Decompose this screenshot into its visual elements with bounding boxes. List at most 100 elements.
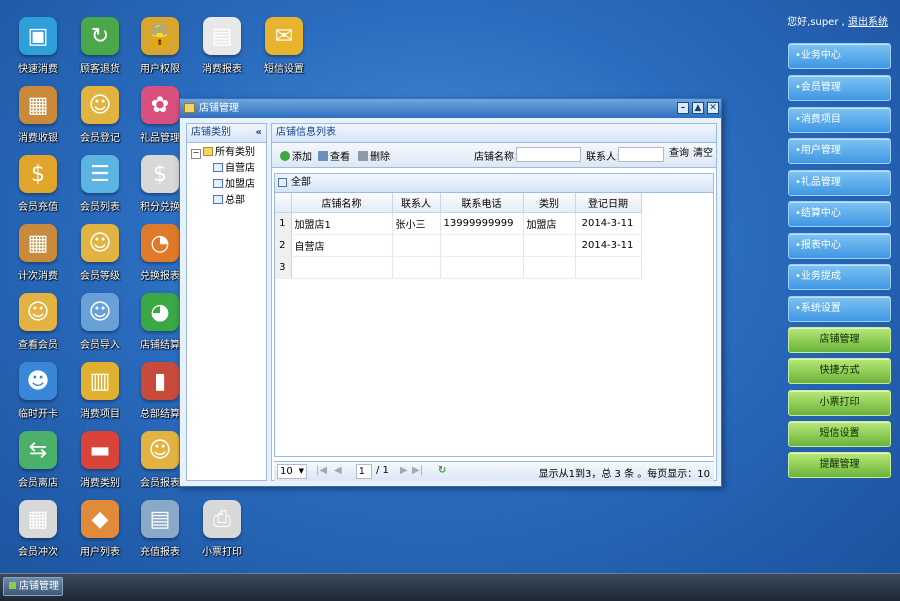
view-member-icon: ☺	[19, 293, 57, 331]
table-row[interactable]: 2 自营店 2014-3-11	[275, 234, 642, 257]
cell-contact	[392, 256, 441, 279]
minimize-button[interactable]: –	[677, 102, 689, 114]
desktop-shortcut[interactable]: ⇆ 会员离店	[8, 431, 68, 489]
tree-node-label: 总部	[225, 195, 245, 206]
page-number-input[interactable]	[356, 464, 372, 479]
desktop-shortcut[interactable]: ☺ 查看会员	[8, 293, 68, 351]
desktop-shortcut[interactable]: ▤ 消费报表	[192, 17, 252, 75]
collapse-icon[interactable]: «	[256, 124, 262, 142]
tree-node-label: 加盟店	[225, 179, 255, 190]
consume-category-icon: ▬	[81, 431, 119, 469]
col-phone[interactable]: 联系电话	[440, 193, 524, 213]
tree-node-headquarters[interactable]: 总部	[191, 193, 266, 209]
nav-sms-settings[interactable]: 短信设置	[788, 421, 891, 447]
close-button[interactable]: ✕	[707, 102, 719, 114]
member-report-icon: ☺	[141, 431, 179, 469]
table-row[interactable]: 3	[275, 256, 642, 279]
store-table: 店铺名称 联系人 联系电话 类别 登记日期 1 加盟店1 张小三 1399999…	[275, 193, 642, 279]
desktop-shortcut[interactable]: $ 会员充值	[8, 155, 68, 213]
consume-item-icon: ▥	[81, 362, 119, 400]
nav-settlement-center[interactable]: •结算中心	[788, 201, 891, 227]
desktop-shortcut[interactable]: ⎙ 小票打印	[192, 500, 252, 558]
maximize-button[interactable]: ▲	[692, 102, 704, 114]
page-size-value: 10	[280, 466, 293, 477]
tree-node-all[interactable]: − 所有类别	[191, 145, 266, 161]
desktop-shortcut-label: 用户权限	[140, 64, 180, 75]
store-grid: 全部 店铺名称 联系人 联系电话 类别 登记日期 1 加盟店1 张小三 1399…	[274, 173, 714, 457]
nav-store-management[interactable]: 店铺管理	[788, 327, 891, 353]
desktop-shortcut[interactable]: ↻ 顾客退货	[70, 17, 130, 75]
desktop-shortcut[interactable]: ◆ 用户列表	[70, 500, 130, 558]
logout-link[interactable]: 退出系统	[848, 17, 888, 28]
desktop-shortcut[interactable]: 🔒 用户权限	[130, 17, 190, 75]
page-size-select[interactable]: 10 ▼	[277, 464, 307, 479]
tree-node-self-owned[interactable]: 自营店	[191, 161, 266, 177]
col-store-name[interactable]: 店铺名称	[291, 193, 393, 213]
nav-shortcuts[interactable]: 快捷方式	[788, 358, 891, 384]
desktop-shortcut-label: 计次消费	[18, 271, 58, 282]
view-button[interactable]: 查看	[318, 148, 350, 163]
store-name-input[interactable]	[516, 147, 581, 162]
desktop-shortcut[interactable]: ☺ 会员导入	[70, 293, 130, 351]
user-list-icon: ◆	[81, 500, 119, 538]
desktop-shortcut-label: 会员冲次	[18, 547, 58, 558]
first-page-icon[interactable]: |◀	[316, 465, 327, 476]
col-contact[interactable]: 联系人	[392, 193, 441, 213]
desktop-shortcut[interactable]: ▬ 消费类别	[70, 431, 130, 489]
count-consume-icon: ▦	[19, 224, 57, 262]
nav-member-management[interactable]: •会员管理	[788, 75, 891, 101]
nav-business-center[interactable]: •业务中心	[788, 43, 891, 69]
nav-receipt-print[interactable]: 小票打印	[788, 390, 891, 416]
nav-report-center[interactable]: •报表中心	[788, 233, 891, 259]
desktop-shortcut[interactable]: ▣ 快速消费	[8, 17, 68, 75]
add-button[interactable]: 添加	[280, 148, 312, 163]
desktop-shortcut[interactable]: ▦ 消费收银	[8, 86, 68, 144]
desktop-shortcut-label: 消费收银	[18, 133, 58, 144]
tree-node-franchise[interactable]: 加盟店	[191, 177, 266, 193]
col-type[interactable]: 类别	[523, 193, 576, 213]
desktop-shortcut-label: 消费报表	[202, 64, 242, 75]
tree-collapse-icon[interactable]: −	[191, 149, 201, 159]
desktop-shortcut[interactable]: ☰ 会员列表	[70, 155, 130, 213]
delete-button[interactable]: 删除	[358, 148, 390, 163]
desktop-shortcut-label: 顾客退货	[80, 64, 120, 75]
next-page-icon[interactable]: ▶	[400, 465, 408, 476]
desktop-shortcut[interactable]: ☺ 会员登记	[70, 86, 130, 144]
grid-title: 全部	[291, 177, 311, 188]
nav-consume-items[interactable]: •消费项目	[788, 107, 891, 133]
refresh-icon[interactable]: ↻	[438, 465, 446, 476]
store-info-panel: 店铺信息列表 添加 查看 删除 店铺名称： 联系人： 查询 清空 全部 店铺名称…	[271, 123, 717, 481]
nav-gift-management[interactable]: •礼品管理	[788, 170, 891, 196]
nav-system-settings[interactable]: •系统设置	[788, 296, 891, 322]
window-titlebar[interactable]: 店铺管理 – ▲ ✕	[180, 99, 721, 118]
folder-icon	[184, 103, 195, 113]
contact-input[interactable]	[618, 147, 664, 162]
desktop-shortcut[interactable]: ☺ 会员等级	[70, 224, 130, 282]
taskbar-item-store-management[interactable]: 店铺管理	[3, 577, 63, 596]
view-icon	[318, 151, 328, 161]
desktop-shortcut[interactable]: ▤ 充值报表	[130, 500, 190, 558]
temp-card-icon: ☻	[19, 362, 57, 400]
last-page-icon[interactable]: ▶|	[412, 465, 423, 476]
clear-button[interactable]: 清空	[691, 146, 715, 163]
user-greeting: 您好,super , 退出系统	[787, 13, 888, 28]
desktop-shortcut-label: 会员充值	[18, 202, 58, 213]
desktop-shortcut[interactable]: ▦ 计次消费	[8, 224, 68, 282]
cell-contact: 张小三	[392, 212, 441, 235]
col-register-date[interactable]: 登记日期	[575, 193, 642, 213]
nav-reminder-management[interactable]: 提醒管理	[788, 452, 891, 478]
view-label: 查看	[330, 152, 350, 163]
query-button[interactable]: 查询	[667, 146, 691, 163]
greeting-text: 您好,super ,	[787, 17, 845, 28]
table-icon	[213, 163, 223, 172]
prev-page-icon[interactable]: ◀	[334, 465, 342, 476]
table-row[interactable]: 1 加盟店1 张小三 13999999999 加盟店 2014-3-11	[275, 212, 642, 235]
nav-user-management[interactable]: •用户管理	[788, 138, 891, 164]
cell-type: 加盟店	[523, 212, 576, 235]
desktop-shortcut[interactable]: ☻ 临时开卡	[8, 362, 68, 420]
desktop-shortcut[interactable]: ▦ 会员冲次	[8, 500, 68, 558]
desktop-shortcut[interactable]: ✉ 短信设置	[254, 17, 314, 75]
desktop-shortcut-label: 会员列表	[80, 202, 120, 213]
desktop-shortcut[interactable]: ▥ 消费项目	[70, 362, 130, 420]
nav-business-commission[interactable]: •业务提成	[788, 264, 891, 290]
